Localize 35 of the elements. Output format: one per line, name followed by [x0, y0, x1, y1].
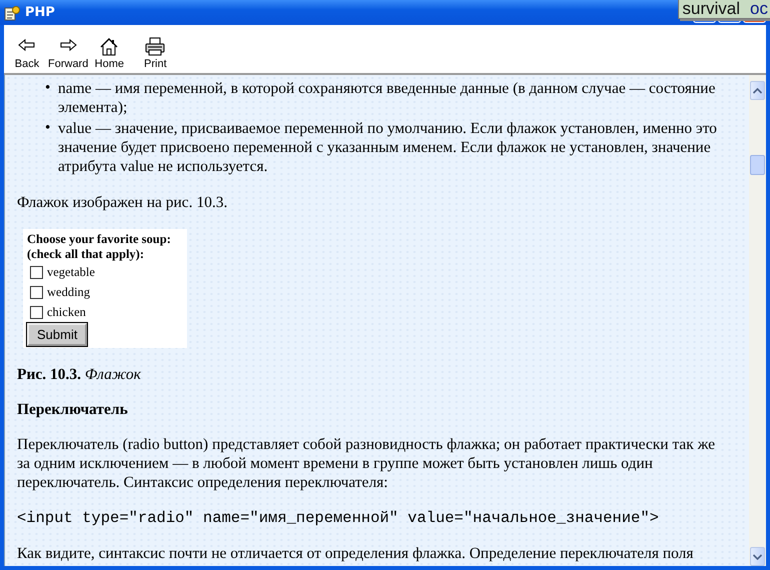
scroll-down-button[interactable]: [750, 547, 765, 566]
chevron-down-icon: [753, 554, 762, 560]
section-heading: Переключатель: [17, 400, 129, 419]
toolbar-button[interactable]: Home: [92, 37, 126, 70]
window-title: PHP: [25, 5, 55, 20]
scroll-thumb[interactable]: [750, 155, 765, 175]
toolbar-button[interactable]: Forward: [48, 37, 88, 70]
toolbar-button[interactable]: Back: [10, 37, 44, 70]
checkbox[interactable]: [30, 306, 43, 318]
bullet: •: [45, 118, 52, 137]
list-item: name — имя переменной, в которой сохраняются введенные данные (в данном случае — состояние элемента);: [58, 79, 716, 118]
paragraph: Как видите, синтаксис почти не отличается от определения флажка. Определение переключателя поля: [17, 544, 694, 563]
form-subheading: (check all that apply):: [26, 247, 146, 262]
checkbox-label: chicken: [47, 304, 86, 321]
house-icon: [99, 37, 120, 57]
checkbox-label: wedding: [47, 284, 90, 301]
chevron-up-icon: [753, 88, 762, 94]
submit-button[interactable]: Submit: [27, 323, 88, 346]
printer-icon: [145, 37, 166, 57]
paragraph: Переключатель (radio button) представляет собой разновидность флажка; он работает практически так же за одним исключением — в любой момент времени в группе может быть установлен лишь один переключатель. Синтаксис определения переключателя:: [17, 435, 716, 492]
bullet: •: [45, 78, 52, 97]
checkbox[interactable]: [30, 266, 43, 278]
form-heading: Choose your favorite soup:: [26, 232, 171, 247]
figure-caption: Рис. 10.3. Флажок: [17, 365, 142, 384]
document-icon: [4, 4, 20, 20]
overlay-tab[interactable]: oc: [750, 0, 768, 18]
toolbar-button[interactable]: Print: [138, 37, 172, 70]
scrollbar[interactable]: [749, 75, 766, 566]
paragraph: Флажок изображен на рис. 10.3.: [17, 193, 228, 212]
checkbox[interactable]: [30, 286, 43, 298]
list-item: value — значение, присваиваемое переменной по умолчанию. Если флажок установлен, именно это значение будет присвоено переменной с указанным именем. Если флажок не установлен, значение атрибута value не используется.: [58, 119, 718, 177]
code-line: <input type="radio" name="имя_переменной" value="начальное_значение">: [17, 509, 660, 528]
overlay-tab[interactable]: survival: [682, 0, 740, 18]
checkbox-label: vegetable: [47, 264, 95, 281]
scroll-up-button[interactable]: [750, 81, 765, 100]
